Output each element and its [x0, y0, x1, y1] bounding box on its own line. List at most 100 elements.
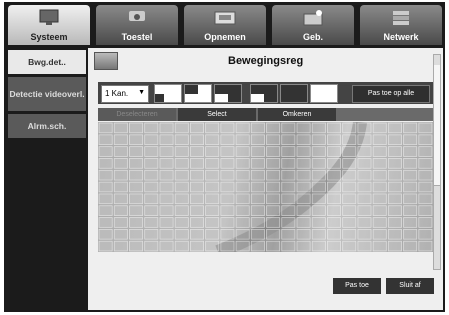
grid-cell[interactable]	[342, 193, 357, 205]
grid-cell[interactable]	[220, 122, 235, 134]
grid-cell[interactable]	[205, 134, 220, 146]
grid-cell[interactable]	[418, 134, 433, 146]
grid-cell[interactable]	[113, 205, 128, 216]
pattern-3-button[interactable]	[214, 84, 242, 103]
grid-cell[interactable]	[129, 158, 144, 169]
grid-cell[interactable]	[174, 193, 189, 205]
grid-cell[interactable]	[266, 169, 281, 181]
grid-cell[interactable]	[98, 205, 113, 216]
grid-cell[interactable]	[418, 240, 433, 252]
grid-cell[interactable]	[387, 158, 402, 169]
grid-cell[interactable]	[372, 228, 387, 240]
grid-cell[interactable]	[342, 169, 357, 181]
grid-cell[interactable]	[205, 217, 220, 228]
grid-cell[interactable]	[418, 169, 433, 181]
grid-cell[interactable]	[235, 169, 250, 181]
grid-cell[interactable]	[159, 158, 174, 169]
grid-cell[interactable]	[342, 158, 357, 169]
grid-cell[interactable]	[250, 146, 265, 157]
grid-cell[interactable]	[113, 240, 128, 252]
grid-cell[interactable]	[372, 193, 387, 205]
grid-cell[interactable]	[266, 158, 281, 169]
grid-cell[interactable]	[98, 217, 113, 228]
grid-cell[interactable]	[403, 228, 418, 240]
grid-cell[interactable]	[357, 158, 372, 169]
grid-cell[interactable]	[129, 228, 144, 240]
grid-cell[interactable]	[387, 146, 402, 157]
grid-cell[interactable]	[113, 158, 128, 169]
grid-cell[interactable]	[159, 240, 174, 252]
grid-cell[interactable]	[189, 181, 204, 193]
pattern-2-button[interactable]	[184, 84, 212, 103]
tab-opnemen[interactable]: Opnemen	[184, 5, 266, 45]
grid-cell[interactable]	[98, 158, 113, 169]
grid-cell[interactable]	[372, 134, 387, 146]
grid-cell[interactable]	[250, 122, 265, 134]
grid-cell[interactable]	[98, 193, 113, 205]
close-button[interactable]: Sluit af	[386, 278, 434, 294]
grid-cell[interactable]	[174, 181, 189, 193]
menu-item-detectie[interactable]: Detectie videoverl.	[8, 77, 86, 111]
grid-cell[interactable]	[250, 134, 265, 146]
grid-cell[interactable]	[281, 228, 296, 240]
grid-cell[interactable]	[357, 146, 372, 157]
grid-cell[interactable]	[250, 181, 265, 193]
grid-cell[interactable]	[372, 158, 387, 169]
grid-cell[interactable]	[250, 158, 265, 169]
grid-cell[interactable]	[220, 169, 235, 181]
grid-cell[interactable]	[235, 205, 250, 216]
grid-cell[interactable]	[144, 193, 159, 205]
grid-cell[interactable]	[189, 193, 204, 205]
grid-cell[interactable]	[129, 122, 144, 134]
grid-cell[interactable]	[250, 205, 265, 216]
grid-cell[interactable]	[235, 146, 250, 157]
grid-cell[interactable]	[189, 228, 204, 240]
grid-cell[interactable]	[372, 240, 387, 252]
grid-cell[interactable]	[189, 134, 204, 146]
grid-cell[interactable]	[342, 205, 357, 216]
grid-cell[interactable]	[281, 146, 296, 157]
grid-cell[interactable]	[129, 169, 144, 181]
grid-cell[interactable]	[403, 217, 418, 228]
grid-cell[interactable]	[327, 122, 342, 134]
grid-cell[interactable]	[327, 217, 342, 228]
grid-cell[interactable]	[174, 240, 189, 252]
grid-cell[interactable]	[159, 169, 174, 181]
grid-cell[interactable]	[174, 158, 189, 169]
grid-cell[interactable]	[189, 146, 204, 157]
grid-cell[interactable]	[159, 217, 174, 228]
grid-cell[interactable]	[418, 122, 433, 134]
grid-cell[interactable]	[311, 146, 326, 157]
grid-cell[interactable]	[281, 134, 296, 146]
grid-cell[interactable]	[129, 134, 144, 146]
grid-cell[interactable]	[174, 134, 189, 146]
grid-cell[interactable]	[220, 193, 235, 205]
grid-cell[interactable]	[98, 169, 113, 181]
grid-cell[interactable]	[372, 217, 387, 228]
pattern-4-button[interactable]	[250, 84, 278, 103]
channel-select[interactable]: 1 Kan. ▼	[101, 85, 149, 103]
grid-cell[interactable]	[144, 240, 159, 252]
grid-cells[interactable]	[98, 122, 433, 252]
pattern-1-button[interactable]	[154, 84, 182, 103]
grid-cell[interactable]	[129, 217, 144, 228]
grid-cell[interactable]	[327, 228, 342, 240]
grid-cell[interactable]	[205, 122, 220, 134]
grid-cell[interactable]	[250, 217, 265, 228]
grid-cell[interactable]	[403, 169, 418, 181]
grid-cell[interactable]	[174, 228, 189, 240]
grid-cell[interactable]	[113, 228, 128, 240]
grid-cell[interactable]	[129, 193, 144, 205]
grid-cell[interactable]	[387, 205, 402, 216]
grid-cell[interactable]	[311, 205, 326, 216]
grid-cell[interactable]	[113, 146, 128, 157]
grid-cell[interactable]	[266, 181, 281, 193]
grid-cell[interactable]	[403, 122, 418, 134]
scrollbar[interactable]	[433, 54, 441, 270]
grid-cell[interactable]	[189, 169, 204, 181]
grid-cell[interactable]	[387, 217, 402, 228]
grid-cell[interactable]	[372, 205, 387, 216]
grid-cell[interactable]	[159, 146, 174, 157]
grid-cell[interactable]	[311, 134, 326, 146]
grid-cell[interactable]	[342, 228, 357, 240]
